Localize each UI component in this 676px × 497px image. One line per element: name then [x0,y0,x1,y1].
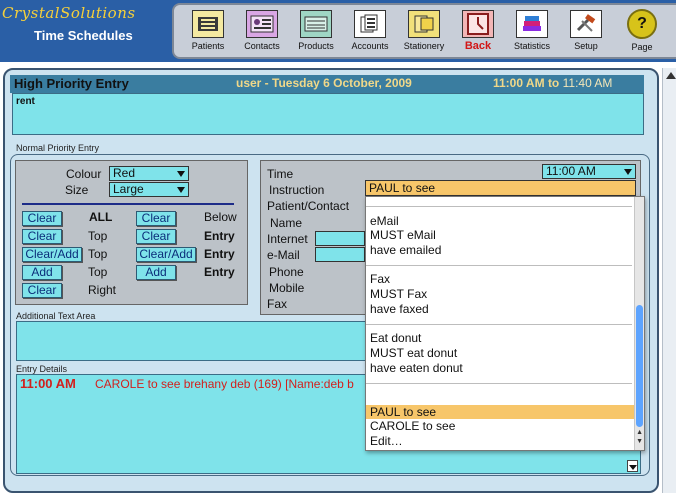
entry-label: Entry [204,265,235,279]
scroll-up-arrow-icon[interactable]: ▲ [636,429,643,436]
instruction-label: Instruction [269,183,325,197]
clear-all-button[interactable]: Clear [22,211,62,226]
entry-label: Entry [204,247,235,261]
instruction-select[interactable]: PAUL to see [365,180,636,196]
high-priority-text-field[interactable]: rent [12,93,644,135]
patients-icon [192,10,224,38]
list-separator [366,206,632,207]
internet-field[interactable] [315,231,365,246]
right-label: Right [88,283,117,297]
all-label: ALL [89,210,113,224]
normal-priority-label: Normal Priority Entry [16,143,100,153]
fax-label: Fax [267,297,288,311]
chevron-down-icon [624,169,632,175]
list-item[interactable]: CAROLE to see [370,419,455,433]
internet-label: Internet [267,232,308,246]
list-item-selected[interactable]: PAUL to see [370,405,436,419]
time-select[interactable]: 11:00 AM [542,164,636,179]
size-select[interactable]: Large [109,182,189,197]
list-item[interactable]: MUST eat donut [370,346,457,360]
colour-select[interactable]: Red [109,166,189,181]
colour-label: Colour [66,167,102,181]
clear-add-entry-button[interactable]: Clear/Add [136,247,196,262]
toolbar-patients-button[interactable]: Patients [182,7,234,59]
top-label: Top [88,229,108,243]
toolbar-products-button[interactable]: Products [290,7,342,59]
list-item[interactable]: MUST eMail [370,228,436,242]
list-item[interactable]: have emailed [370,243,441,257]
statistics-icon [516,10,548,38]
top-label: Top [88,247,108,261]
additional-text-label: Additional Text Area [16,311,96,321]
scroll-up-arrow-icon[interactable] [666,72,676,79]
toolbar-accounts-button[interactable]: Accounts [344,7,396,59]
size-label: Size [65,183,89,197]
top-label: Top [88,265,108,279]
email-label: e-Mail [267,248,300,262]
name-label: Name [270,216,303,230]
list-item[interactable]: have faxed [370,302,429,316]
list-separator [366,383,632,384]
main-toolbar: Patients Contacts Products Accounts Stat… [172,3,676,59]
list-separator [366,324,632,325]
list-item[interactable]: Edit… [370,434,403,448]
entry-scroll-down-button[interactable] [627,460,638,472]
user-date-label: user - Tuesday 6 October, 2009 [236,76,412,90]
email-field[interactable] [315,247,365,262]
entry-label: Entry [204,229,235,243]
list-item[interactable]: have eaten donut [370,361,463,375]
phone-label: Phone [269,265,304,279]
divider [22,203,234,205]
clear-top-button[interactable]: Clear [22,229,62,244]
add-top-button[interactable]: Add [22,265,62,280]
entry-details-label: Entry Details [16,364,68,374]
toolbar-back-button[interactable]: Back [452,7,504,59]
list-item[interactable]: eMail [370,214,399,228]
app-header: CrystalSolutions Time Schedules Patients… [0,0,676,62]
below-label: Below [204,210,237,224]
stationery-icon [408,10,440,38]
toolbar-page-button[interactable]: ? Page [616,7,668,59]
page-help-icon: ? [627,9,657,39]
back-icon [462,10,494,38]
setup-icon [570,10,602,38]
high-priority-title: High Priority Entry [14,76,129,91]
scroll-down-arrow-icon[interactable]: ▼ [636,438,643,445]
clear-below-button[interactable]: Clear [136,211,176,226]
instruction-popup-list: eMail MUST eMail have emailed Fax MUST F… [365,196,645,451]
window-scrollbar[interactable] [662,68,676,493]
list-item[interactable]: Eat donut [370,331,421,345]
toolbar-stationery-button[interactable]: Stationery [398,7,450,59]
toolbar-contacts-button[interactable]: Contacts [236,7,288,59]
list-item[interactable]: Fax [370,272,390,286]
add-entry-button[interactable]: Add [136,265,176,280]
chevron-down-icon [177,187,185,193]
mobile-label: Mobile [269,281,305,295]
clear-add-top-button[interactable]: Clear/Add [22,247,82,262]
time-to-word: to [547,76,560,90]
clear-right-button[interactable]: Clear [22,283,62,298]
time-from: 11:00 AM [493,76,545,90]
contacts-icon [246,10,278,38]
entry-time: 11:00 AM [20,376,76,391]
time-to: 11:40 AM [562,76,613,90]
chevron-down-icon [177,171,185,177]
popup-scroll-thumb[interactable] [636,305,643,427]
list-separator [366,265,632,266]
time-range-label: 11:00 AM to 11:40 AM [493,76,612,90]
brand-logo: CrystalSolutions [2,4,136,22]
accounts-icon [354,10,386,38]
time-label: Time [267,167,294,181]
entry-text: CAROLE to see brehany deb (169) [Name:de… [95,377,354,391]
clear-entry-button[interactable]: Clear [136,229,176,244]
toolbar-statistics-button[interactable]: Statistics [506,7,558,59]
patient-contact-label: Patient/Contact [267,199,350,213]
chevron-down-icon [629,465,637,470]
list-item[interactable]: MUST Fax [370,287,427,301]
toolbar-setup-button[interactable]: Setup [560,7,612,59]
products-icon [300,10,332,38]
module-title: Time Schedules [34,28,133,43]
